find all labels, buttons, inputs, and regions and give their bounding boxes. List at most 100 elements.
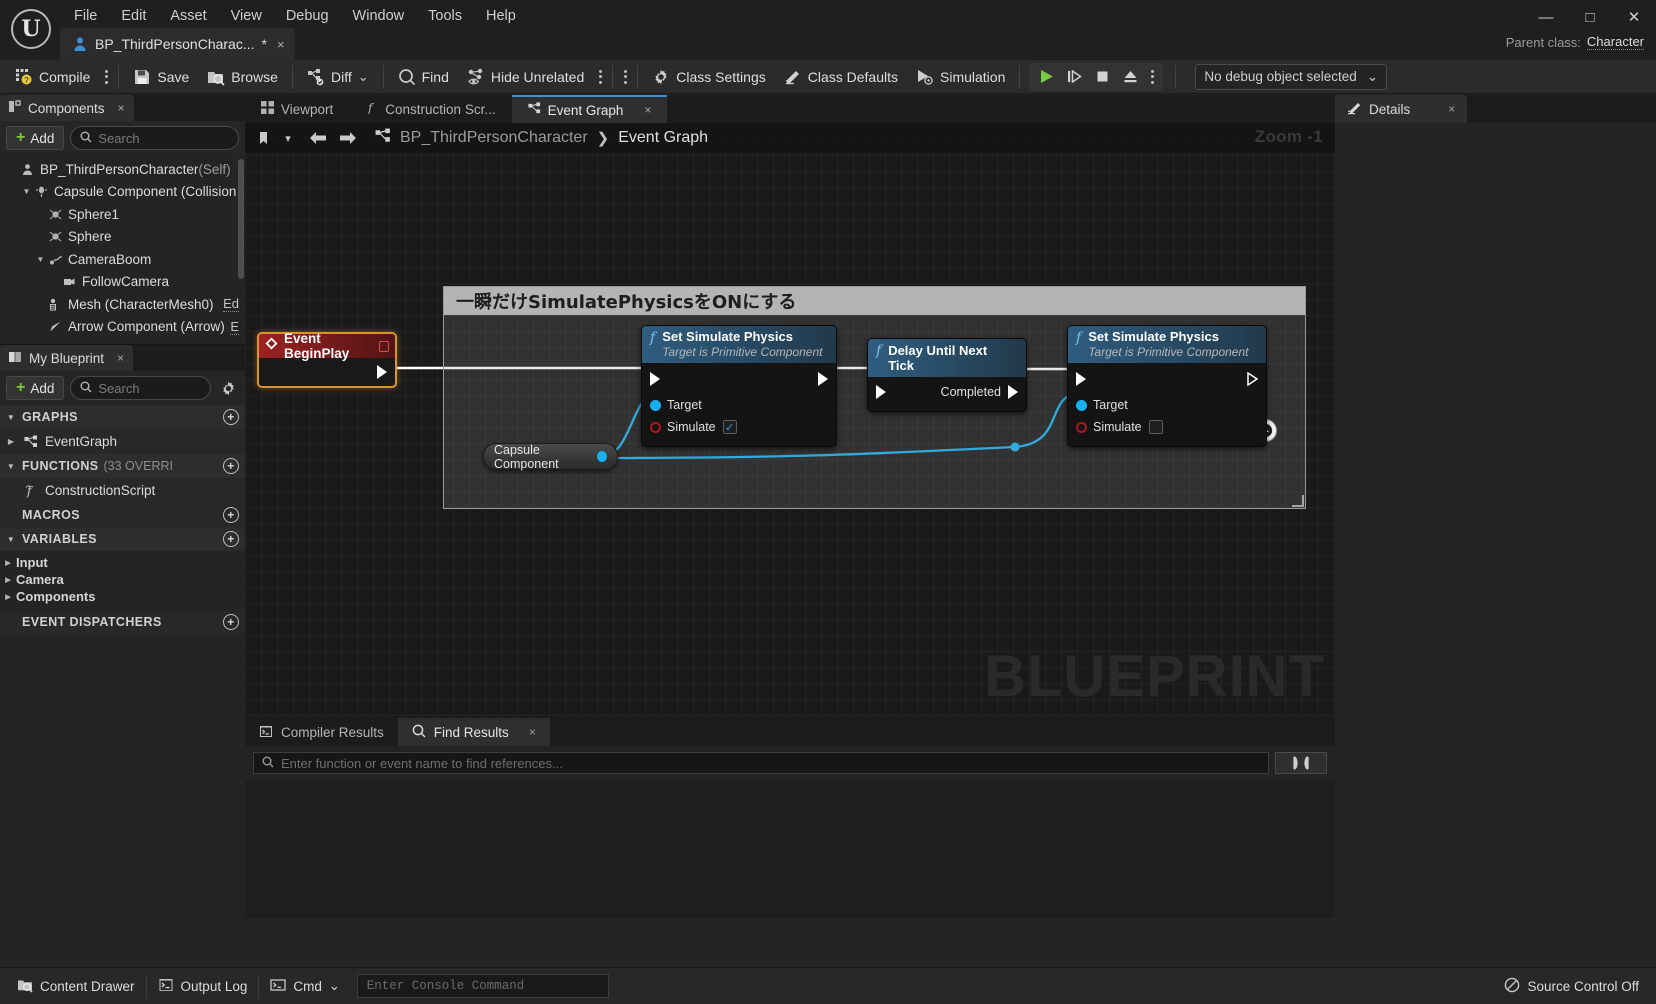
menu-help[interactable]: Help (474, 2, 528, 30)
exec-input-pin[interactable] (876, 385, 886, 399)
section-macros[interactable]: MACROS + (0, 503, 245, 527)
list-item-constructionscript[interactable]: f ConstructionScript (0, 478, 245, 503)
tree-item-edit-link[interactable]: E (230, 319, 239, 335)
variable-components-arrow-icon[interactable]: ▶ (0, 593, 16, 601)
simulate-checkbox[interactable]: ✓ (722, 420, 737, 434)
section-macros-add-button[interactable]: + (223, 507, 239, 523)
source-control-button[interactable]: Source Control Off (1493, 972, 1650, 1000)
tab-compiler-results[interactable]: Compiler Results (245, 718, 398, 746)
event-delegate-pin[interactable] (379, 340, 389, 352)
list-item-eventgraph[interactable]: ▶ EventGraph (0, 429, 245, 454)
tab-construction-script[interactable]: f Construction Scr... (349, 95, 511, 123)
simulate-checkbox[interactable] (1148, 420, 1163, 434)
exec-output-pin[interactable] (377, 365, 387, 379)
asset-tab-bp-thirdpersoncharacter[interactable]: BP_ThirdPersonCharac... * × (60, 28, 295, 60)
myblueprint-tab-close-icon[interactable]: × (117, 351, 124, 365)
class-defaults-button[interactable]: Class Defaults (775, 63, 907, 91)
parent-class-value[interactable]: Character (1586, 34, 1644, 50)
section-variables[interactable]: ▼ VARIABLES + (0, 527, 245, 551)
console-command-input[interactable]: Enter Console Command (356, 974, 609, 998)
section-event-dispatchers[interactable]: EVENT DISPATCHERS + (0, 610, 245, 634)
browse-button[interactable]: Browse (198, 63, 287, 91)
menu-asset[interactable]: Asset (158, 2, 218, 30)
tree-item-cameraboom[interactable]: ▼ CameraBoom (0, 248, 245, 271)
completed-exec-output-pin[interactable] (1008, 385, 1018, 399)
exec-output-pin[interactable] (1247, 372, 1258, 386)
tab-components[interactable]: Components × (0, 95, 134, 121)
tree-item-edit-link[interactable]: Ed (223, 296, 239, 313)
menu-file[interactable]: File (62, 2, 109, 30)
components-tab-close-icon[interactable]: × (118, 101, 125, 115)
tree-expand-arrow-icon[interactable]: ▼ (34, 255, 47, 264)
node-event-begin-play[interactable]: Event BeginPlay (257, 331, 397, 388)
tab-my-blueprint[interactable]: My Blueprint × (0, 345, 134, 371)
breadcrumb-leaf[interactable]: Event Graph (618, 129, 708, 147)
menu-edit[interactable]: Edit (109, 2, 158, 30)
node-capsule-component-variable[interactable]: Capsule Component (483, 443, 618, 471)
components-add-button[interactable]: + Add (6, 126, 65, 150)
variable-camera-arrow-icon[interactable]: ▶ (0, 576, 16, 584)
target-input-pin[interactable] (1076, 399, 1087, 411)
step-button[interactable] (1061, 64, 1087, 90)
simulate-input-pin[interactable] (650, 421, 661, 433)
asset-tab-close-icon[interactable]: × (277, 37, 285, 52)
toolbar-overflow-button[interactable] (618, 64, 632, 90)
tab-event-graph[interactable]: Event Graph × (511, 95, 668, 123)
tab-find-results-close-icon[interactable]: × (529, 725, 536, 739)
myblueprint-add-button[interactable]: + Add (6, 376, 65, 400)
simulation-button[interactable]: Simulation (907, 63, 1014, 91)
details-tab-close-icon[interactable]: × (1448, 102, 1455, 116)
hide-unrelated-options-button[interactable] (593, 64, 607, 90)
tab-viewport[interactable]: Viewport (245, 95, 349, 123)
list-item-variable-input[interactable]: ▶ Input (0, 554, 245, 571)
navigate-back-button[interactable] (305, 126, 331, 150)
hide-unrelated-button[interactable]: Hide Unrelated (458, 63, 593, 91)
tab-find-results[interactable]: Find Results × (397, 718, 550, 746)
tree-item-capsule-component-collision[interactable]: ▼ Capsule Component (Collision (0, 181, 245, 204)
node-set-simulate-physics-1[interactable]: f Set Simulate Physics Target is Primiti… (641, 325, 837, 447)
components-search-input[interactable]: Search (70, 126, 239, 150)
menu-tools[interactable]: Tools (416, 2, 474, 30)
tree-item-followcamera[interactable]: FollowCamera (0, 271, 245, 294)
exec-input-pin[interactable] (1076, 372, 1086, 386)
window-close-button[interactable]: ✕ (1612, 0, 1656, 34)
stop-button[interactable] (1089, 64, 1115, 90)
section-functions[interactable]: ▼ FUNCTIONS (33 OVERRI + (0, 454, 245, 478)
exec-input-pin[interactable] (650, 372, 660, 386)
list-item-variable-components[interactable]: ▶ Components (0, 588, 245, 605)
eject-button[interactable] (1117, 64, 1143, 90)
cmd-button[interactable]: Cmd ⌄ (259, 972, 350, 1000)
class-settings-button[interactable]: Class Settings (643, 63, 774, 91)
graph-canvas[interactable]: 一瞬だけSimulatePhysicsをONにする Event BeginPla… (245, 123, 1335, 718)
tree-item-bp-thirdpersoncharacter[interactable]: BP_ThirdPersonCharacter (Self) (0, 158, 245, 181)
content-drawer-button[interactable]: Content Drawer (6, 972, 146, 1000)
menu-window[interactable]: Window (341, 2, 417, 30)
myblueprint-settings-button[interactable] (217, 377, 239, 399)
breadcrumb-root[interactable]: BP_ThirdPersonCharacter (400, 129, 588, 147)
find-results-search-input[interactable]: Enter function or event name to find ref… (253, 752, 1269, 774)
section-variables-add-button[interactable]: + (223, 531, 239, 547)
target-input-pin[interactable] (650, 399, 661, 411)
section-graphs-add-button[interactable]: + (223, 409, 239, 425)
tab-event-graph-close-icon[interactable]: × (644, 103, 651, 117)
bookmark-icon[interactable] (251, 126, 277, 150)
section-event-dispatchers-add-button[interactable]: + (223, 614, 239, 630)
comment-box-resize-handle[interactable] (1292, 495, 1304, 507)
find-results-filter-button[interactable] (1275, 752, 1327, 774)
tree-item-mesh-charactermesh0[interactable]: Mesh (CharacterMesh0) Ed (0, 293, 245, 316)
bookmark-chevron-down-icon[interactable]: ▾ (281, 126, 295, 150)
compile-button[interactable]: ? Compile (6, 63, 99, 91)
variable-input-arrow-icon[interactable]: ▶ (0, 559, 16, 567)
eventgraph-expand-arrow-icon[interactable]: ▶ (0, 437, 22, 446)
compile-options-button[interactable] (99, 64, 113, 90)
diff-button[interactable]: Diff ⌄ (298, 63, 378, 91)
play-options-button[interactable] (1145, 64, 1159, 90)
node-set-simulate-physics-2[interactable]: f Set Simulate Physics Target is Primiti… (1067, 325, 1267, 447)
myblueprint-search-input[interactable]: Search (70, 376, 211, 400)
tab-details[interactable]: Details × (1335, 95, 1468, 123)
exec-output-pin[interactable] (818, 372, 828, 386)
window-minimize-button[interactable]: — (1524, 0, 1568, 34)
debug-object-select[interactable]: No debug object selected ⌄ (1195, 63, 1388, 90)
menu-view[interactable]: View (219, 2, 274, 30)
tree-expand-arrow-icon[interactable]: ▼ (20, 187, 33, 196)
